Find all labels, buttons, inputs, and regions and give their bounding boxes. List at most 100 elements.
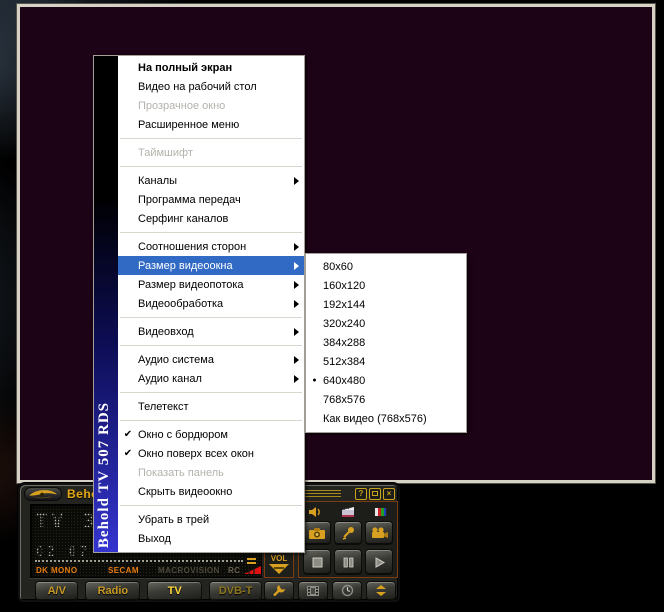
volume-down-icon bbox=[269, 564, 289, 574]
audio-record-button[interactable] bbox=[334, 521, 362, 545]
snapshot-button[interactable] bbox=[303, 521, 331, 545]
checkmark-icon: ✔ bbox=[118, 444, 138, 463]
volume-label: VOL bbox=[271, 554, 287, 563]
menu-item-video-input[interactable]: Видеовход bbox=[118, 322, 304, 341]
help-button[interactable]: ? bbox=[355, 488, 367, 500]
submenu-arrow-icon bbox=[294, 356, 299, 364]
submenu-item-768x576[interactable]: 768x576 bbox=[306, 390, 466, 409]
lcd-stereo-bars-icon bbox=[247, 558, 256, 564]
filmstrip-icon bbox=[306, 585, 320, 597]
submenu-item-640x480[interactable]: ●640x480 bbox=[306, 371, 466, 390]
lcd-separator-dots bbox=[35, 560, 243, 562]
menu-separator bbox=[120, 138, 302, 139]
submenu-item-80x60[interactable]: 80x60 bbox=[306, 257, 466, 276]
menu-separator bbox=[120, 317, 302, 318]
menu-item-audio-system[interactable]: Аудио система bbox=[118, 350, 304, 369]
channel-up-down-button[interactable] bbox=[366, 581, 396, 601]
submenu-arrow-icon bbox=[294, 177, 299, 185]
minimize-icon bbox=[372, 491, 378, 496]
mode-button-dvbt[interactable]: DVB-T bbox=[209, 581, 262, 601]
utility-button-strip bbox=[264, 580, 398, 601]
submenu-item-384x288[interactable]: 384x288 bbox=[306, 333, 466, 352]
videocamera-icon bbox=[371, 527, 388, 539]
submenu-arrow-icon bbox=[294, 243, 299, 251]
close-button[interactable]: × bbox=[383, 488, 395, 500]
menu-item-extended-menu[interactable]: Расширенное меню bbox=[118, 115, 304, 134]
up-down-icon bbox=[375, 584, 387, 597]
settings-button[interactable] bbox=[264, 581, 294, 601]
minimize-button[interactable] bbox=[369, 488, 381, 500]
menu-separator bbox=[120, 166, 302, 167]
submenu-item-160x120[interactable]: 160x120 bbox=[306, 276, 466, 295]
pause-icon bbox=[343, 557, 354, 568]
scheduler-button[interactable] bbox=[332, 581, 362, 601]
menu-item-always-on-top[interactable]: ✔Окно поверх всех окон bbox=[118, 444, 304, 463]
menu-separator bbox=[120, 232, 302, 233]
status-video-standard: SECAM bbox=[108, 566, 139, 575]
menu-item-audio-channel[interactable]: Аудио канал bbox=[118, 369, 304, 388]
video-window-size-submenu: 80x60 160x120 192x144 320x240 384x288 51… bbox=[305, 253, 467, 433]
menu-item-hide-video-window[interactable]: Скрыть видеоокно bbox=[118, 482, 304, 501]
speaker-icon bbox=[309, 506, 322, 518]
clapperboard-icon bbox=[341, 506, 355, 518]
mode-button-tv[interactable]: TV bbox=[147, 581, 202, 601]
menu-item-aspect-ratio[interactable]: Соотношения сторон bbox=[118, 237, 304, 256]
lcd-channel: TV 3 bbox=[36, 510, 98, 532]
menu-sidebar-brand: Behold TV 507 RDS bbox=[96, 402, 113, 548]
radio-dot-icon: ● bbox=[306, 371, 323, 390]
video-files-button[interactable] bbox=[298, 581, 328, 601]
lcd-clock: 02 07 bbox=[36, 545, 90, 560]
menu-item-minimize-to-tray[interactable]: Убрать в трей bbox=[118, 510, 304, 529]
menu-separator bbox=[120, 420, 302, 421]
submenu-arrow-icon bbox=[294, 300, 299, 308]
play-button[interactable] bbox=[365, 549, 393, 575]
mode-button-strip: A/V Radio TV DVB-T bbox=[28, 580, 262, 601]
pause-button[interactable] bbox=[334, 549, 362, 575]
menu-separator bbox=[120, 505, 302, 506]
menu-item-exit[interactable]: Выход bbox=[118, 529, 304, 548]
context-menu: Behold TV 507 RDS На полный экран Видео … bbox=[93, 55, 305, 553]
menu-item-channel-surfing[interactable]: Серфинг каналов bbox=[118, 209, 304, 228]
app-logo bbox=[24, 487, 62, 501]
record-control-cluster bbox=[298, 501, 398, 578]
volume-control[interactable]: VOL bbox=[264, 549, 294, 578]
menu-item-video-stream-size[interactable]: Размер видеопотока bbox=[118, 275, 304, 294]
status-remote-control: RC bbox=[228, 566, 240, 575]
menu-item-fullscreen[interactable]: На полный экран bbox=[118, 58, 304, 77]
menu-item-channels[interactable]: Каналы bbox=[118, 171, 304, 190]
mode-button-radio[interactable]: Radio bbox=[85, 581, 140, 601]
menu-item-timeshift: Таймшифт bbox=[118, 143, 304, 162]
submenu-item-as-video[interactable]: Как видео (768x576) bbox=[306, 409, 466, 428]
wrench-icon bbox=[272, 584, 286, 597]
submenu-item-512x384[interactable]: 512x384 bbox=[306, 352, 466, 371]
menu-sidebar: Behold TV 507 RDS bbox=[94, 56, 118, 552]
timer-icon bbox=[341, 584, 354, 597]
video-record-button[interactable] bbox=[365, 521, 393, 545]
menu-item-program-guide[interactable]: Программа передач bbox=[118, 190, 304, 209]
eye-logo-icon bbox=[28, 488, 58, 500]
menu-item-transparent-window: Прозрачное окно bbox=[118, 96, 304, 115]
menu-item-video-window-size[interactable]: Размер видеоокна bbox=[118, 256, 304, 275]
microphone-icon bbox=[341, 526, 355, 540]
menu-item-video-on-desktop[interactable]: Видео на рабочий стол bbox=[118, 77, 304, 96]
submenu-item-192x144[interactable]: 192x144 bbox=[306, 295, 466, 314]
menu-item-window-border[interactable]: ✔Окно с бордюром bbox=[118, 425, 304, 444]
menu-separator bbox=[120, 392, 302, 393]
submenu-arrow-icon bbox=[294, 262, 299, 270]
menu-item-video-processing[interactable]: Видеообработка bbox=[118, 294, 304, 313]
submenu-arrow-icon bbox=[294, 375, 299, 383]
status-macrovision: MACROVISION bbox=[158, 566, 220, 575]
checkmark-icon: ✔ bbox=[118, 425, 138, 444]
submenu-item-320x240[interactable]: 320x240 bbox=[306, 314, 466, 333]
camera-icon bbox=[309, 527, 325, 539]
menu-item-show-panel: Показать панель bbox=[118, 463, 304, 482]
menu-item-teletext[interactable]: Телетекст bbox=[118, 397, 304, 416]
submenu-arrow-icon bbox=[294, 281, 299, 289]
stop-button[interactable] bbox=[303, 549, 331, 575]
mode-button-av[interactable]: A/V bbox=[35, 581, 78, 601]
menu-separator bbox=[120, 345, 302, 346]
signal-meter-icon bbox=[244, 566, 261, 574]
stop-icon bbox=[312, 557, 323, 568]
test-pattern-icon bbox=[374, 506, 387, 518]
status-audio-standard: DK MONO bbox=[36, 566, 77, 575]
